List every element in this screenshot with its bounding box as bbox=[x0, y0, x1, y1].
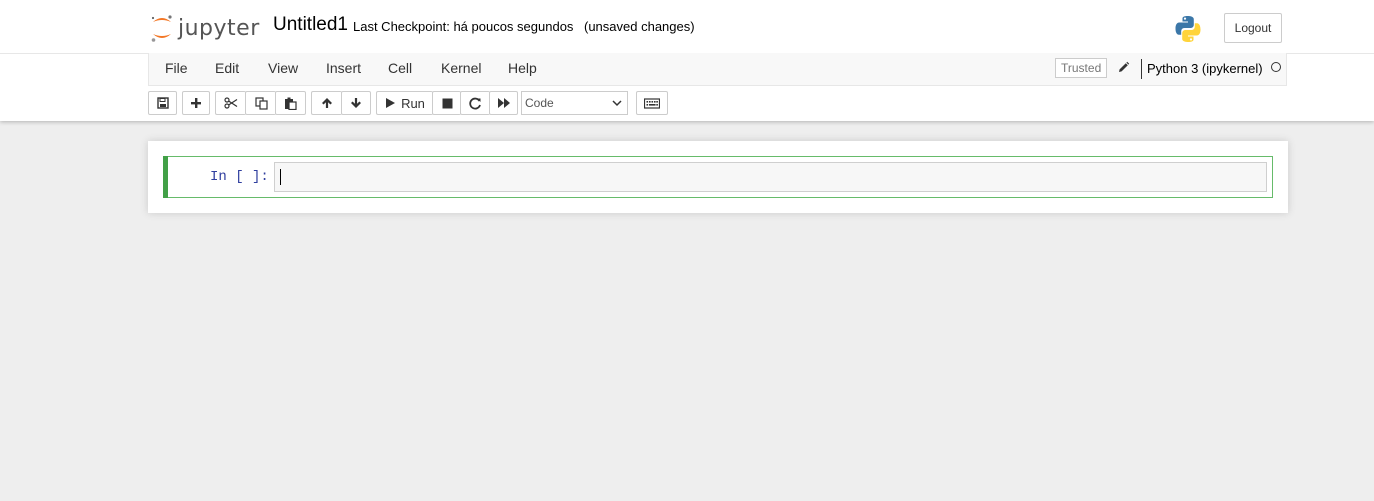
save-icon bbox=[156, 97, 169, 109]
code-cell[interactable]: In [ ]: bbox=[163, 156, 1273, 198]
save-button[interactable] bbox=[148, 91, 177, 115]
cell-type-select[interactable]: Code bbox=[521, 91, 628, 115]
copy-icon bbox=[254, 96, 268, 110]
menu-view[interactable]: View bbox=[268, 60, 298, 76]
stop-icon bbox=[442, 98, 452, 108]
text-cursor bbox=[280, 169, 281, 185]
jupyter-logo[interactable]: jupyter bbox=[150, 12, 260, 44]
trusted-indicator[interactable]: Trusted bbox=[1055, 58, 1108, 78]
plus-icon bbox=[191, 98, 201, 108]
menubar: File Edit View Insert Cell Kernel Help T… bbox=[148, 53, 1287, 86]
arrow-up-icon bbox=[322, 98, 332, 108]
arrow-down-icon bbox=[351, 98, 361, 108]
notebook-container: In [ ]: bbox=[148, 141, 1288, 213]
cell-selection-bar bbox=[163, 156, 168, 198]
paste-button[interactable] bbox=[275, 91, 306, 115]
logo-text: jupyter bbox=[178, 15, 260, 41]
input-prompt: In [ ]: bbox=[210, 169, 269, 185]
header: jupyter Untitled1 Last Checkpoint: há po… bbox=[0, 0, 1374, 121]
code-input[interactable] bbox=[274, 162, 1267, 192]
python-logo-icon bbox=[1173, 14, 1203, 49]
menu-file[interactable]: File bbox=[165, 60, 188, 76]
run-button[interactable]: Run bbox=[376, 91, 433, 115]
run-label: Run bbox=[401, 95, 425, 111]
menu-cell[interactable]: Cell bbox=[388, 60, 412, 76]
kernel-name[interactable]: Python 3 (ipykernel) bbox=[1147, 61, 1263, 76]
cell-type-value: Code bbox=[525, 96, 554, 110]
kernel-idle-icon bbox=[1271, 62, 1281, 72]
restart-button[interactable] bbox=[460, 91, 490, 115]
cut-button[interactable] bbox=[215, 91, 246, 115]
menu-help[interactable]: Help bbox=[508, 60, 537, 76]
checkpoint-status: Last Checkpoint: há poucos segundos bbox=[353, 19, 574, 34]
kernel-separator bbox=[1141, 59, 1142, 79]
move-down-button[interactable] bbox=[341, 91, 371, 115]
keyboard-icon bbox=[644, 97, 660, 109]
move-up-button[interactable] bbox=[311, 91, 342, 115]
autosave-status: (unsaved changes) bbox=[584, 19, 695, 34]
command-palette-button[interactable] bbox=[636, 91, 668, 115]
insert-cell-button[interactable] bbox=[182, 91, 210, 115]
copy-button[interactable] bbox=[245, 91, 276, 115]
notebook-name[interactable]: Untitled1 bbox=[273, 14, 348, 36]
chevron-down-icon bbox=[612, 100, 622, 107]
cut-icon bbox=[224, 97, 238, 109]
top-bar: jupyter Untitled1 Last Checkpoint: há po… bbox=[0, 0, 1374, 54]
restart-icon bbox=[469, 97, 481, 109]
jupyter-logo-icon bbox=[151, 15, 172, 42]
fast-forward-icon bbox=[497, 98, 510, 108]
menu-kernel[interactable]: Kernel bbox=[441, 60, 481, 76]
paste-icon bbox=[285, 97, 297, 110]
logout-button[interactable]: Logout bbox=[1224, 13, 1282, 43]
run-icon bbox=[386, 98, 396, 108]
interrupt-button[interactable] bbox=[432, 91, 461, 115]
menu-insert[interactable]: Insert bbox=[326, 60, 361, 76]
pencil-icon[interactable] bbox=[1117, 61, 1130, 79]
restart-run-all-button[interactable] bbox=[489, 91, 518, 115]
menu-edit[interactable]: Edit bbox=[215, 60, 239, 76]
